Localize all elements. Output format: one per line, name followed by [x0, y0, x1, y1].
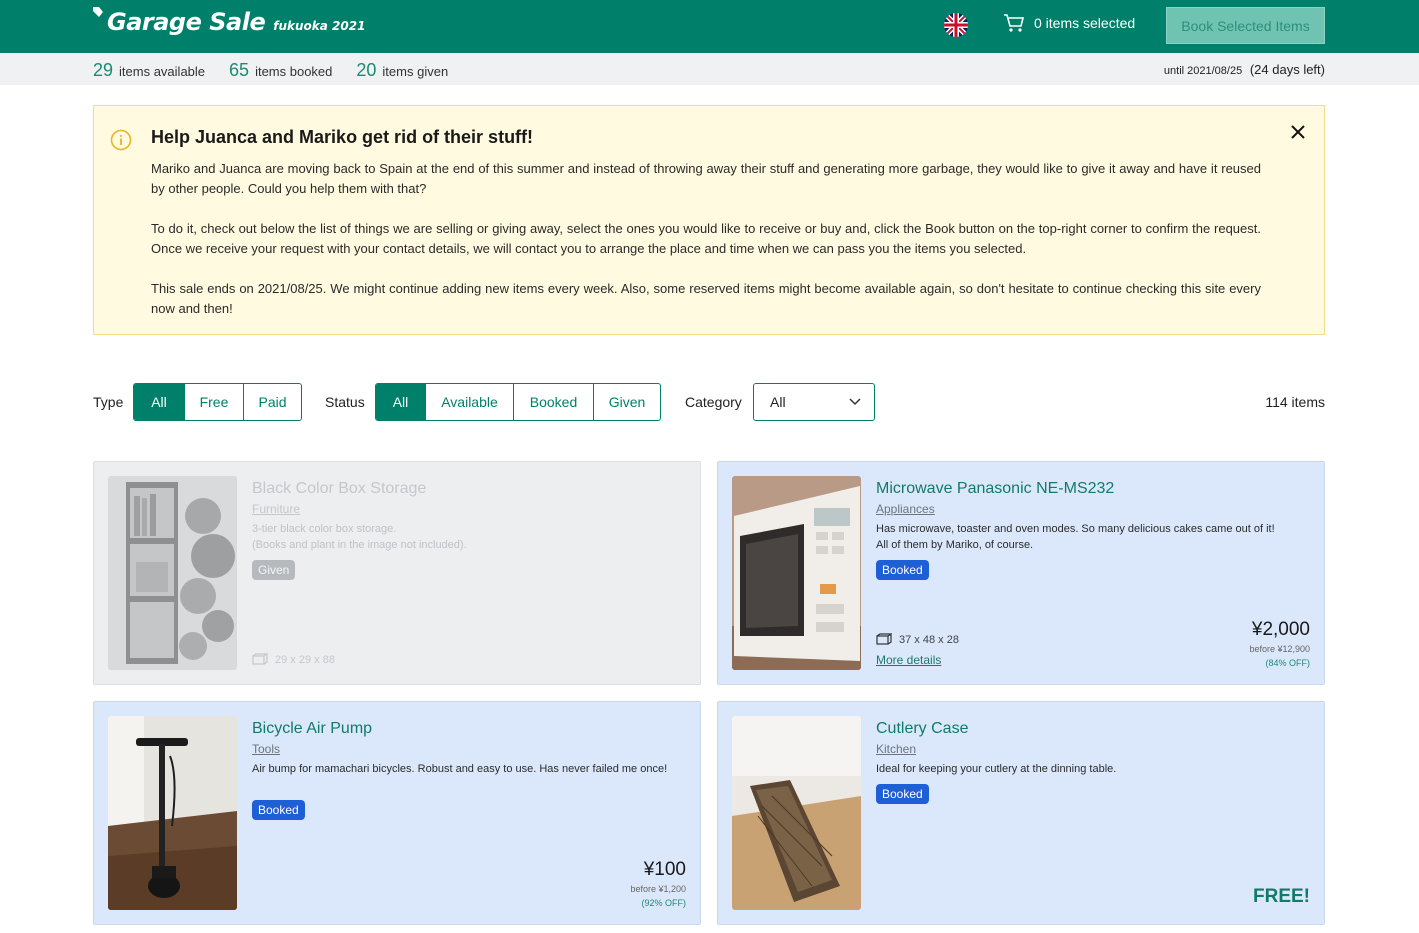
- status-badge: Booked: [252, 800, 305, 820]
- category-select[interactable]: All: [753, 383, 875, 421]
- item-price-free: FREE!: [1253, 886, 1310, 907]
- status-filter-booked[interactable]: Booked: [513, 384, 593, 420]
- status-badge: Booked: [876, 560, 929, 580]
- info-alert: Help Juanca and Mariko get rid of their …: [93, 105, 1325, 335]
- chevron-down-icon: [849, 398, 861, 406]
- available-count: 29: [93, 60, 114, 80]
- until-date: until 2021/08/25: [1163, 65, 1243, 77]
- info-icon: [110, 129, 132, 151]
- item-description-line: Ideal for keeping your cutlery at the di…: [876, 763, 1117, 775]
- type-filter-label: Type: [93, 394, 124, 410]
- brand-subtitle: fukuoka 2021: [273, 19, 366, 33]
- item-description: 3-tier black color box storage. (Books a…: [252, 521, 692, 553]
- days-left: (24 days left): [1249, 62, 1325, 77]
- item-discount: (84% OFF): [1265, 658, 1310, 668]
- item-photo-air-pump: [108, 716, 237, 910]
- stat-given: 20 items given: [356, 60, 448, 81]
- status-filter-available[interactable]: Available: [425, 384, 513, 420]
- type-filter-group: All Free Paid: [133, 383, 302, 421]
- item-description: Has microwave, toaster and oven modes. S…: [876, 521, 1316, 553]
- category-select-value: All: [770, 394, 786, 410]
- item-description-line: 3-tier black color box storage.: [252, 523, 397, 535]
- more-details-link[interactable]: More details: [876, 653, 941, 667]
- item-category-link[interactable]: Kitchen: [876, 742, 916, 756]
- status-filter-group: All Available Booked Given: [375, 383, 661, 421]
- stat-available: 29 items available: [93, 60, 205, 81]
- brand-logo[interactable]: Garage Sale fukuoka 2021: [92, 7, 366, 36]
- item-original-price: before ¥1,200: [630, 884, 686, 894]
- category-filter-label: Category: [685, 394, 742, 410]
- cart-label: 0 items selected: [1034, 15, 1136, 31]
- item-title[interactable]: Microwave Panasonic NE-MS232: [876, 480, 1114, 498]
- status-badge: Given: [252, 560, 296, 580]
- cart-summary[interactable]: 0 items selected: [1003, 13, 1135, 33]
- status-filter-all[interactable]: All: [376, 384, 425, 420]
- item-dimensions-value: 29 x 29 x 88: [275, 654, 335, 666]
- given-count: 20: [356, 60, 377, 80]
- alert-paragraph: This sale ends on 2021/08/25. We might c…: [151, 281, 1261, 316]
- item-description-line: All of them by Mariko, of course.: [876, 539, 1034, 551]
- type-filter-free[interactable]: Free: [184, 384, 243, 420]
- item-dimensions: 29 x 29 x 88: [252, 653, 335, 667]
- items-count: 114 items: [1265, 394, 1325, 410]
- alert-body: Mariko and Juanca are moving back to Spa…: [151, 159, 1261, 339]
- stats-bar: 29 items available 65 items booked 20 it…: [0, 53, 1419, 85]
- type-filter-paid[interactable]: Paid: [243, 384, 301, 420]
- alert-title: Help Juanca and Mariko get rid of their …: [151, 127, 534, 147]
- brand-title: Garage Sale: [107, 8, 266, 36]
- close-icon[interactable]: [1288, 122, 1308, 142]
- type-filter-all[interactable]: All: [134, 384, 184, 420]
- status-filter-given[interactable]: Given: [593, 384, 660, 420]
- item-description-line: (Books and plant in the image not includ…: [252, 539, 467, 551]
- language-uk-flag-icon[interactable]: [944, 13, 968, 37]
- item-category-link[interactable]: Furniture: [252, 502, 300, 516]
- item-dimensions: 37 x 48 x 28: [876, 633, 959, 647]
- item-card[interactable]: Cutlery Case Kitchen Ideal for keeping y…: [717, 701, 1325, 925]
- status-filter-label: Status: [325, 394, 365, 410]
- booked-count: 65: [229, 60, 250, 80]
- booked-label: items booked: [255, 64, 333, 79]
- item-description: Ideal for keeping your cutlery at the di…: [876, 761, 1316, 777]
- item-dimensions-value: 37 x 48 x 28: [899, 634, 959, 646]
- filters-bar: Type All Free Paid Status All Available …: [93, 383, 1325, 421]
- item-description: Air bump for mamachari bicycles. Robust …: [252, 761, 692, 777]
- item-title[interactable]: Black Color Box Storage: [252, 480, 426, 498]
- sale-deadline: until 2021/08/25 (24 days left): [1164, 62, 1325, 77]
- item-title[interactable]: Cutlery Case: [876, 720, 968, 738]
- item-photo-cutlery-case: [732, 716, 861, 910]
- item-description-line: Has microwave, toaster and oven modes. S…: [876, 523, 1275, 535]
- item-card[interactable]: Black Color Box Storage Furniture 3-tier…: [93, 461, 701, 685]
- cart-icon: [1004, 14, 1025, 32]
- status-badge: Booked: [876, 784, 929, 804]
- alert-paragraph: To do it, check out below the list of th…: [151, 221, 1261, 256]
- top-navbar: Garage Sale fukuoka 2021 0 items selecte…: [0, 0, 1419, 53]
- stat-booked: 65 items booked: [229, 60, 332, 81]
- item-description-line: Air bump for mamachari bicycles. Robust …: [252, 763, 668, 775]
- item-price: ¥2,000: [1251, 619, 1310, 640]
- item-card[interactable]: Bicycle Air Pump Tools Air bump for mama…: [93, 701, 701, 925]
- item-title[interactable]: Bicycle Air Pump: [252, 720, 372, 738]
- alert-paragraph: Mariko and Juanca are moving back to Spa…: [151, 161, 1261, 196]
- item-original-price: before ¥12,900: [1249, 644, 1310, 654]
- box-icon: [876, 633, 892, 645]
- item-discount: (92% OFF): [641, 898, 686, 908]
- available-label: items available: [119, 64, 206, 79]
- item-card[interactable]: Microwave Panasonic NE-MS232 Appliances …: [717, 461, 1325, 685]
- item-price: ¥100: [643, 859, 686, 880]
- tag-icon: [93, 7, 103, 17]
- given-label: items given: [382, 64, 449, 79]
- item-photo-microwave: [732, 476, 861, 670]
- item-photo-shelf: [108, 476, 237, 670]
- item-category-link[interactable]: Tools: [252, 742, 280, 756]
- box-icon: [252, 653, 268, 665]
- book-selected-items-button[interactable]: Book Selected Items: [1166, 7, 1325, 44]
- item-category-link[interactable]: Appliances: [876, 502, 935, 516]
